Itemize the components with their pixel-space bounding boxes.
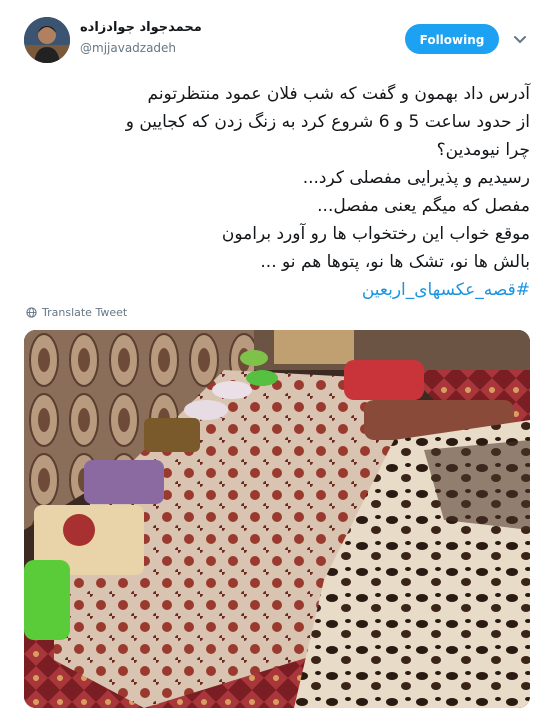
- globe-icon: [26, 307, 37, 318]
- tweet-text-line: مفصل که میگم یعنی مفصل...: [317, 196, 530, 216]
- hashtag-link[interactable]: #قصه_عکسهای_اربعین: [20, 276, 530, 304]
- user-handle[interactable]: @mjjavadzadeh: [80, 41, 176, 55]
- following-button[interactable]: Following: [405, 24, 499, 54]
- translate-tweet-link[interactable]: Translate Tweet: [26, 306, 127, 319]
- display-name[interactable]: محمدجواد جوادزاده: [80, 20, 202, 35]
- tweet-photo[interactable]: [24, 330, 530, 708]
- translate-label: Translate Tweet: [42, 306, 128, 319]
- tweet-text-line: چرا نیومدین؟: [436, 140, 530, 160]
- tweet-text-line: بالش ها نو، تشک ها نو، پتوها هم نو ...: [260, 252, 530, 272]
- tweet-text-line: از حدود ساعت 5 و 6 شروع کرد به زنگ زدن ک…: [125, 112, 530, 132]
- tweet-text-line: آدرس داد بهمون و گفت که شب فلان عمود منت…: [147, 84, 530, 104]
- avatar[interactable]: [24, 17, 70, 63]
- tweet-text-line: موقع خواب این رختخواب ها رو آورد برامون: [221, 224, 530, 244]
- tweet-text-line: رسیدیم و پذیرایی مفصلی کرد...: [302, 168, 530, 188]
- tweet: محمدجواد جوادزاده @mjjavadzadeh Followin…: [0, 0, 552, 715]
- tweet-text: آدرس داد بهمون و گفت که شب فلان عمود منت…: [20, 80, 530, 304]
- chevron-down-icon[interactable]: [512, 32, 528, 46]
